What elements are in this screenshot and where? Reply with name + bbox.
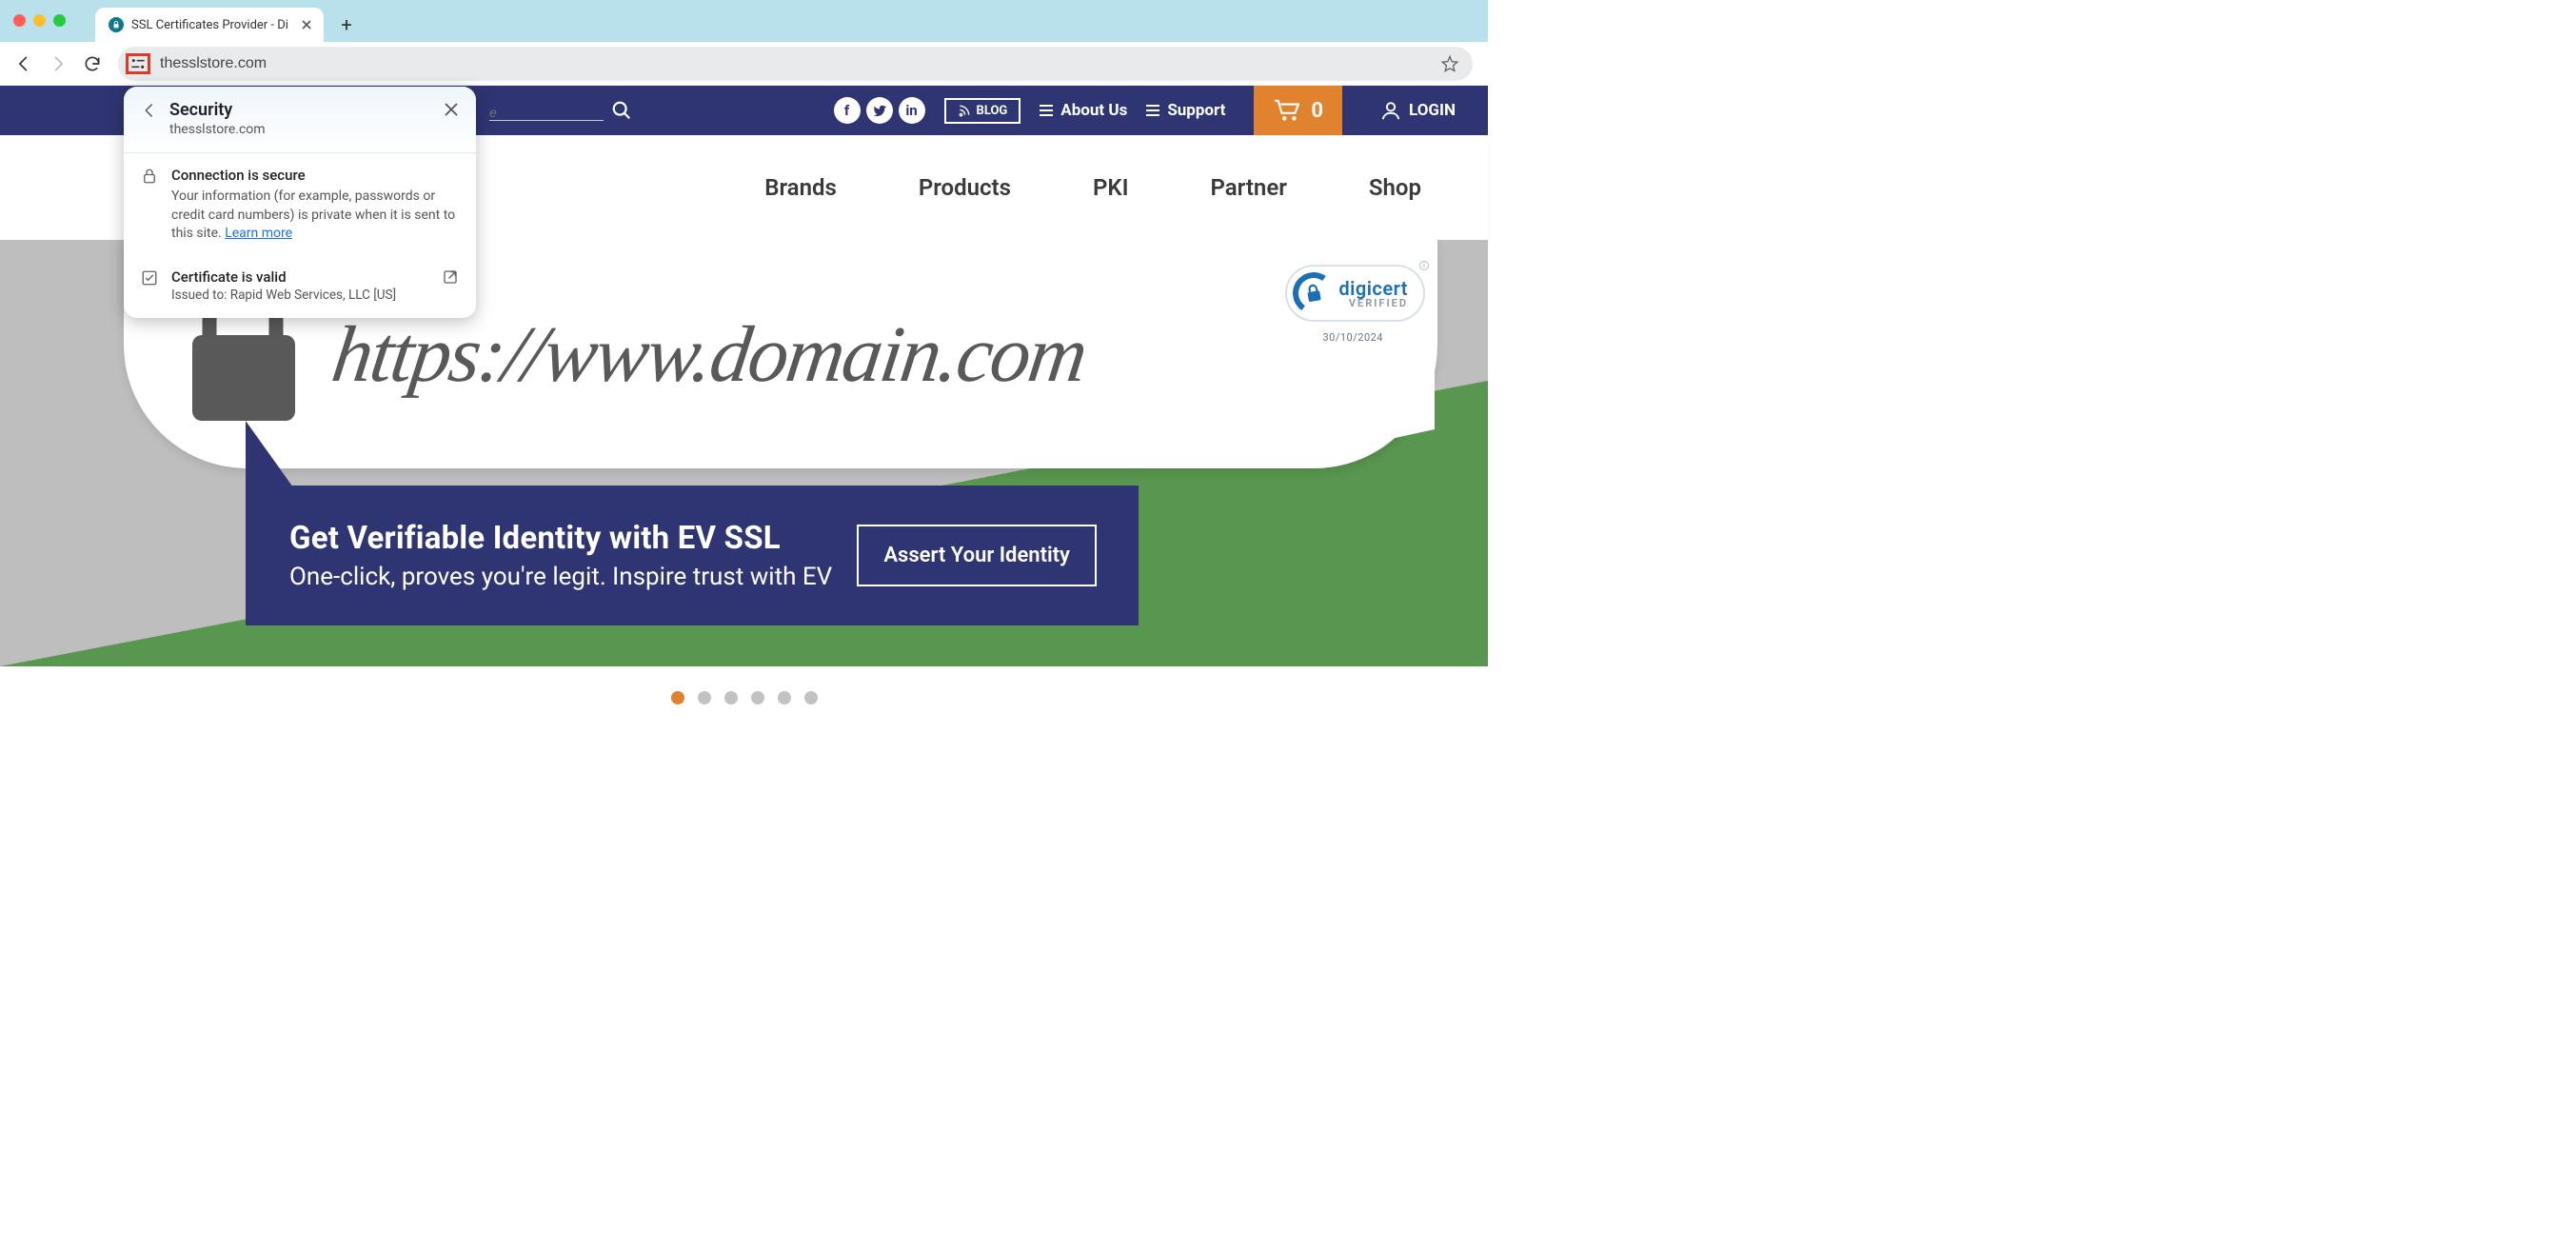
site-search[interactable] bbox=[489, 100, 632, 121]
menu-icon bbox=[1040, 105, 1053, 116]
hero-url-text: https://www.domain.com bbox=[327, 308, 1091, 401]
carousel-dot-4[interactable] bbox=[751, 691, 764, 704]
menu-icon bbox=[1146, 105, 1159, 116]
hero-title: Get Verifiable Identity with EV SSL bbox=[289, 520, 832, 557]
refresh-icon bbox=[0, 316, 67, 449]
browser-toolbar: thesslstore.com bbox=[0, 42, 1488, 86]
twitter-icon[interactable] bbox=[866, 97, 893, 124]
digicert-date: 30/10/2024 bbox=[1322, 331, 1383, 344]
hero-cta-button[interactable]: Assert Your Identity bbox=[857, 525, 1097, 586]
utility-right: f in BLOG About Us Support 0 bbox=[834, 86, 1475, 135]
nav-brands[interactable]: Brands bbox=[764, 174, 837, 201]
carousel-dot-5[interactable] bbox=[778, 691, 791, 704]
nav-products[interactable]: Products bbox=[919, 174, 1011, 201]
carousel-dot-1[interactable] bbox=[671, 691, 684, 704]
tab-close-button[interactable] bbox=[301, 19, 312, 30]
cart-icon bbox=[1273, 98, 1301, 123]
popover-close-button[interactable] bbox=[444, 100, 459, 117]
digicert-brand: digicert bbox=[1338, 279, 1408, 298]
minimize-window-button[interactable] bbox=[33, 14, 46, 27]
connection-secure-heading: Connection is secure bbox=[171, 167, 459, 184]
nav-pki[interactable]: PKI bbox=[1093, 174, 1129, 201]
about-us-label: About Us bbox=[1060, 101, 1127, 120]
popover-title: Security bbox=[169, 100, 432, 120]
carousel-dot-2[interactable] bbox=[698, 691, 711, 704]
learn-more-link[interactable]: Learn more bbox=[225, 226, 292, 241]
popover-back-button[interactable] bbox=[141, 100, 158, 119]
info-icon[interactable]: i bbox=[1419, 261, 1429, 270]
support-link[interactable]: Support bbox=[1146, 101, 1225, 120]
new-tab-button[interactable]: + bbox=[333, 11, 360, 38]
social-links: f in bbox=[834, 97, 925, 124]
blog-label: BLOG bbox=[977, 104, 1008, 118]
search-input[interactable] bbox=[489, 105, 604, 121]
reload-button[interactable] bbox=[78, 50, 107, 78]
lock-icon bbox=[1302, 281, 1326, 305]
url-text: thesslstore.com bbox=[160, 55, 267, 72]
external-link-icon[interactable] bbox=[442, 268, 459, 286]
certificate-valid-heading: Certificate is valid bbox=[171, 268, 428, 286]
close-window-button[interactable] bbox=[13, 14, 26, 27]
search-icon[interactable] bbox=[611, 100, 632, 121]
tab-bar: SSL Certificates Provider - Di + bbox=[95, 0, 360, 42]
login-label: LOGIN bbox=[1409, 101, 1456, 120]
support-label: Support bbox=[1167, 101, 1225, 120]
nav-partner[interactable]: Partner bbox=[1210, 174, 1286, 201]
hero-cta-box: Get Verifiable Identity with EV SSL One-… bbox=[246, 486, 1139, 625]
blog-button[interactable]: BLOG bbox=[944, 98, 1021, 124]
user-icon bbox=[1380, 100, 1401, 121]
site-security-popover: Security thesslstore.com Connection is s… bbox=[124, 87, 476, 318]
carousel-dots bbox=[0, 666, 1488, 729]
connection-secure-body: Your information (for example, passwords… bbox=[171, 188, 455, 241]
tab-title: SSL Certificates Provider - Di bbox=[131, 18, 293, 32]
lock-icon bbox=[141, 167, 158, 244]
cart-count: 0 bbox=[1311, 99, 1323, 123]
window-controls bbox=[13, 14, 66, 27]
carousel-dot-6[interactable] bbox=[804, 691, 818, 704]
about-us-link[interactable]: About Us bbox=[1040, 101, 1127, 120]
browser-tab-strip: SSL Certificates Provider - Di + bbox=[0, 0, 1488, 42]
digicert-seal[interactable]: digicert VERIFIED bbox=[1285, 265, 1425, 322]
forward-button[interactable] bbox=[44, 50, 72, 78]
linkedin-icon[interactable]: in bbox=[899, 97, 925, 124]
certificate-issued-to: Issued to: Rapid Web Services, LLC [US] bbox=[171, 287, 428, 303]
login-link[interactable]: LOGIN bbox=[1361, 86, 1475, 135]
browser-tab[interactable]: SSL Certificates Provider - Di bbox=[95, 8, 324, 42]
facebook-icon[interactable]: f bbox=[834, 97, 861, 124]
fullscreen-window-button[interactable] bbox=[53, 14, 66, 27]
hero-subtitle: One-click, proves you're legit. Inspire … bbox=[289, 563, 832, 591]
tab-favicon bbox=[109, 17, 124, 32]
site-information-button[interactable] bbox=[126, 53, 150, 74]
checkbox-icon bbox=[141, 268, 158, 287]
address-bar[interactable]: thesslstore.com bbox=[118, 47, 1473, 81]
nav-shop[interactable]: Shop bbox=[1369, 174, 1421, 201]
back-button[interactable] bbox=[10, 50, 38, 78]
digicert-verified: VERIFIED bbox=[1349, 298, 1408, 308]
cart-button[interactable]: 0 bbox=[1254, 86, 1342, 135]
carousel-dot-3[interactable] bbox=[724, 691, 738, 704]
popover-domain: thesslstore.com bbox=[169, 122, 432, 137]
rss-icon bbox=[958, 104, 971, 117]
bookmark-button[interactable] bbox=[1440, 54, 1459, 73]
